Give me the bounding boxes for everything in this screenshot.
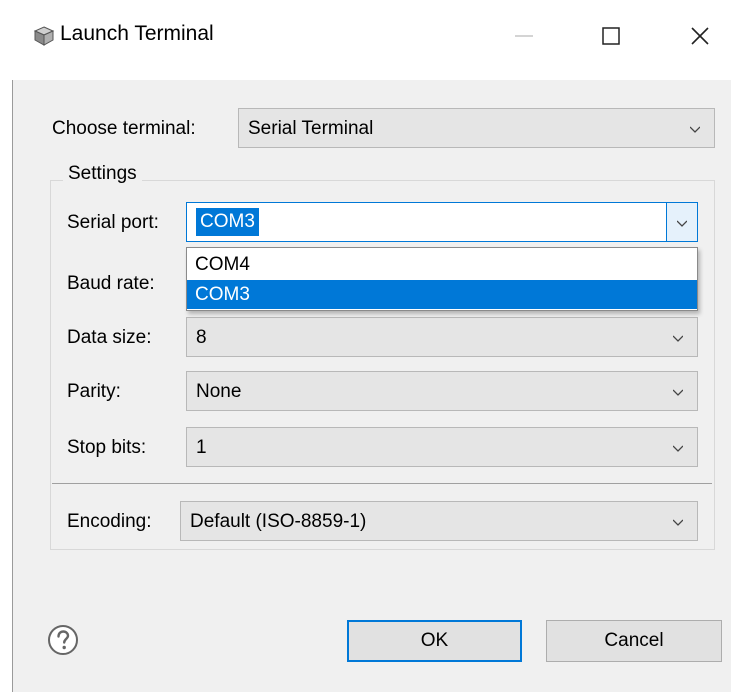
chevron-down-icon <box>673 519 683 526</box>
settings-legend: Settings <box>63 163 142 185</box>
encoding-select[interactable]: Default (ISO-8859-1) <box>180 501 698 541</box>
serial-port-label: Serial port: <box>67 212 159 233</box>
parity-value: None <box>196 381 242 402</box>
close-icon <box>691 27 709 45</box>
chevron-down-icon <box>690 126 700 133</box>
separator <box>52 483 712 484</box>
encoding-label: Encoding: <box>67 511 152 532</box>
chevron-down-icon <box>673 445 683 452</box>
minimize-icon <box>515 35 533 37</box>
stop-bits-select[interactable]: 1 <box>186 427 698 467</box>
serial-port-dropdown-list: COM4 COM3 <box>186 247 698 311</box>
baud-rate-label: Baud rate: <box>67 273 155 294</box>
maximize-button[interactable] <box>587 14 635 58</box>
choose-terminal-label: Choose terminal: <box>52 118 196 139</box>
stop-bits-value: 1 <box>196 437 207 458</box>
cube-icon <box>33 26 55 46</box>
background-strip <box>0 0 12 692</box>
encoding-value: Default (ISO-8859-1) <box>190 511 367 532</box>
stop-bits-label: Stop bits: <box>67 437 147 458</box>
ok-button[interactable]: OK <box>347 620 522 662</box>
chevron-down-icon <box>673 335 683 342</box>
window-title: Launch Terminal <box>60 22 214 45</box>
close-button[interactable] <box>676 14 724 58</box>
chevron-down-icon <box>673 389 683 396</box>
minimize-button[interactable] <box>500 14 548 58</box>
data-size-select[interactable]: 8 <box>186 317 698 357</box>
serial-port-dropdown-button[interactable] <box>666 203 697 241</box>
parity-select[interactable]: None <box>186 371 698 411</box>
serial-port-combo[interactable]: COM3 <box>186 202 698 242</box>
cancel-button[interactable]: Cancel <box>546 620 722 662</box>
data-size-label: Data size: <box>67 327 152 348</box>
help-icon[interactable] <box>47 624 79 656</box>
serial-port-input[interactable]: COM3 <box>196 208 259 236</box>
dropdown-option-com3[interactable]: COM3 <box>187 280 697 309</box>
dropdown-option-com4[interactable]: COM4 <box>187 250 697 279</box>
terminal-select[interactable]: Serial Terminal <box>238 108 715 148</box>
chevron-down-icon <box>677 220 687 227</box>
data-size-value: 8 <box>196 327 207 348</box>
parity-label: Parity: <box>67 381 121 402</box>
terminal-select-value: Serial Terminal <box>248 118 374 139</box>
maximize-icon <box>602 27 620 45</box>
